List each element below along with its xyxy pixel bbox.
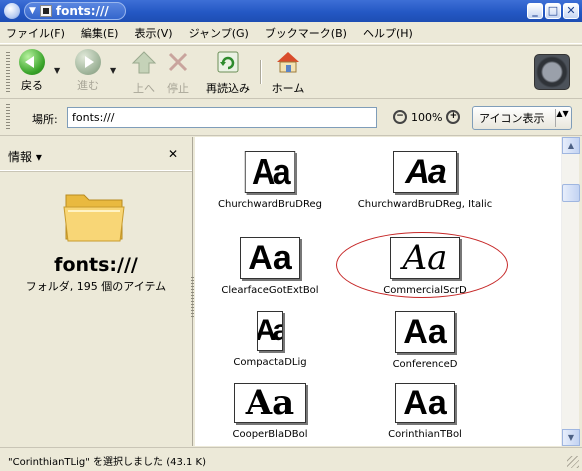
font-item-cooperbla[interactable]: Aa CooperBlaDBol (195, 383, 345, 441)
font-preview-thumbnail: Aa (393, 151, 457, 193)
folder-name: fonts:/// (54, 254, 138, 276)
menu-bookmarks[interactable]: ブックマーク(B) (265, 25, 347, 41)
file-manager-window: ▼ fonts:/// _ □ ✕ ファイル(F) 編集(E) 表示(V) ジャ… (0, 0, 582, 471)
back-history-dropdown[interactable]: ▼ (54, 66, 60, 75)
menu-file[interactable]: ファイル(F) (6, 25, 65, 41)
sidebar-selector[interactable]: 情報 ▾ (8, 148, 42, 165)
font-preview-thumbnail: Aa (244, 151, 296, 193)
reload-icon (217, 51, 239, 73)
close-button[interactable]: ✕ (563, 3, 579, 19)
activity-throbber-icon (534, 54, 570, 90)
font-item-compacta[interactable]: Aa CompactaDLig (195, 311, 345, 369)
font-preview-thumbnail: Aa (390, 237, 460, 279)
up-label: 上へ (133, 82, 155, 95)
stop-x-icon (168, 52, 188, 72)
font-preview-thumbnail: Aa (240, 237, 300, 279)
location-label: 場所: (32, 113, 58, 126)
font-item-corinthian[interactable]: Aa CorinthianTBol (350, 383, 500, 441)
menu-help[interactable]: ヘルプ(H) (363, 25, 413, 41)
reload-button[interactable]: 再読込み (200, 49, 256, 96)
font-item-churchward[interactable]: Aa ChurchwardBruDReg (195, 151, 345, 211)
home-label: ホーム (271, 82, 305, 95)
window-title: fonts:/// (55, 4, 109, 18)
font-name: CommercialScrD (383, 285, 467, 296)
sidebar-close-icon[interactable]: ✕ (168, 147, 178, 161)
maximize-button[interactable]: □ (545, 3, 561, 19)
scroll-down-button[interactable]: ▼ (562, 429, 580, 446)
file-icon (39, 5, 52, 17)
forward-label: 進む (77, 79, 99, 92)
status-bar: "CorinthianTLig" を選択しました (43.1 K) (0, 447, 582, 471)
forward-button[interactable]: 進む (70, 49, 106, 93)
zoom-control: − 100% + (393, 110, 461, 124)
home-icon (277, 52, 299, 73)
status-text: "CorinthianTLig" を選択しました (43.1 K) (8, 457, 206, 468)
font-item-churchward-italic[interactable]: Aa ChurchwardBruDReg, Italic (350, 151, 500, 211)
stop-label: 停止 (167, 82, 189, 95)
font-name: ConferenceD (392, 359, 458, 370)
zoom-in-icon[interactable]: + (446, 110, 461, 124)
back-button[interactable]: 戻る (14, 49, 50, 93)
window-menu-icon[interactable] (4, 3, 20, 19)
font-name: ClearfaceGotExtBol (221, 285, 319, 296)
toolbar-grip[interactable] (6, 52, 10, 94)
icon-view: Aa ChurchwardBruDReg Aa ChurchwardBruDRe… (195, 137, 561, 446)
menu-edit[interactable]: 編集(E) (81, 25, 119, 41)
reload-label: 再読込み (206, 82, 250, 95)
title-bar: ▼ fonts:/// _ □ ✕ (0, 0, 582, 22)
scroll-thumb[interactable] (562, 184, 580, 202)
resize-grip-icon[interactable] (567, 456, 579, 468)
font-name: CorinthianTBol (388, 429, 462, 440)
scroll-up-button[interactable]: ▲ (562, 137, 580, 154)
font-item-commercialscr[interactable]: Aa CommercialScrD (350, 237, 500, 297)
location-bar: 場所: fonts:/// − 100% + アイコン表示 ▲▼ (0, 100, 582, 136)
minimize-button[interactable]: _ (527, 3, 543, 19)
stop-button[interactable]: 停止 (160, 49, 196, 96)
toolbar-separator (260, 60, 262, 84)
font-preview-thumbnail: Aa (395, 311, 455, 353)
forward-history-dropdown[interactable]: ▼ (110, 66, 116, 75)
menu-bar: ファイル(F) 編集(E) 表示(V) ジャンプ(G) ブックマーク(B) ヘル… (0, 22, 582, 44)
vertical-scrollbar[interactable]: ▲ ▼ (561, 137, 580, 446)
font-preview-thumbnail: Aa (257, 311, 283, 351)
font-item-clearface[interactable]: Aa ClearfaceGotExtBol (195, 237, 345, 297)
font-name: ChurchwardBruDReg, Italic (357, 199, 493, 210)
back-arrow-icon (19, 49, 45, 75)
menu-view[interactable]: 表示(V) (134, 25, 172, 41)
font-name: CooperBlaDBol (232, 429, 308, 440)
sidebar: 情報 ▾ ✕ fonts:/// フォルダ, 195 個のアイテム (0, 137, 194, 446)
font-name: CompactaDLig (233, 357, 307, 368)
toolbar: 戻る ▼ 進む ▼ 上へ 停止 再読込み ホーム (0, 45, 582, 99)
zoom-level[interactable]: 100% (411, 111, 442, 124)
spinner-arrows-icon: ▲▼ (555, 109, 569, 127)
up-button[interactable]: 上へ (126, 49, 162, 96)
pane-resize-grip[interactable] (191, 277, 194, 317)
forward-arrow-icon (75, 49, 101, 75)
up-arrow-icon (131, 51, 157, 74)
back-label: 戻る (21, 79, 43, 92)
zoom-out-icon[interactable]: − (393, 110, 407, 124)
chevron-down-icon: ▼ (29, 6, 36, 16)
font-item-conference[interactable]: Aa ConferenceD (350, 311, 500, 371)
font-name: ChurchwardBruDReg (218, 199, 322, 210)
window-title-pill[interactable]: ▼ fonts:/// (24, 2, 126, 20)
folder-info: フォルダ, 195 個のアイテム (25, 280, 167, 293)
menu-go[interactable]: ジャンプ(G) (189, 25, 249, 41)
folder-icon (63, 194, 125, 242)
sidebar-header: 情報 ▾ ✕ (0, 137, 192, 171)
location-grip[interactable] (6, 104, 10, 130)
location-input[interactable]: fonts:/// (67, 107, 377, 128)
home-button[interactable]: ホーム (268, 49, 308, 96)
view-mode-value: アイコン表示 (479, 112, 545, 125)
font-preview-thumbnail: Aa (395, 383, 455, 423)
font-preview-thumbnail: Aa (234, 383, 306, 423)
view-mode-select[interactable]: アイコン表示 ▲▼ (472, 106, 572, 130)
